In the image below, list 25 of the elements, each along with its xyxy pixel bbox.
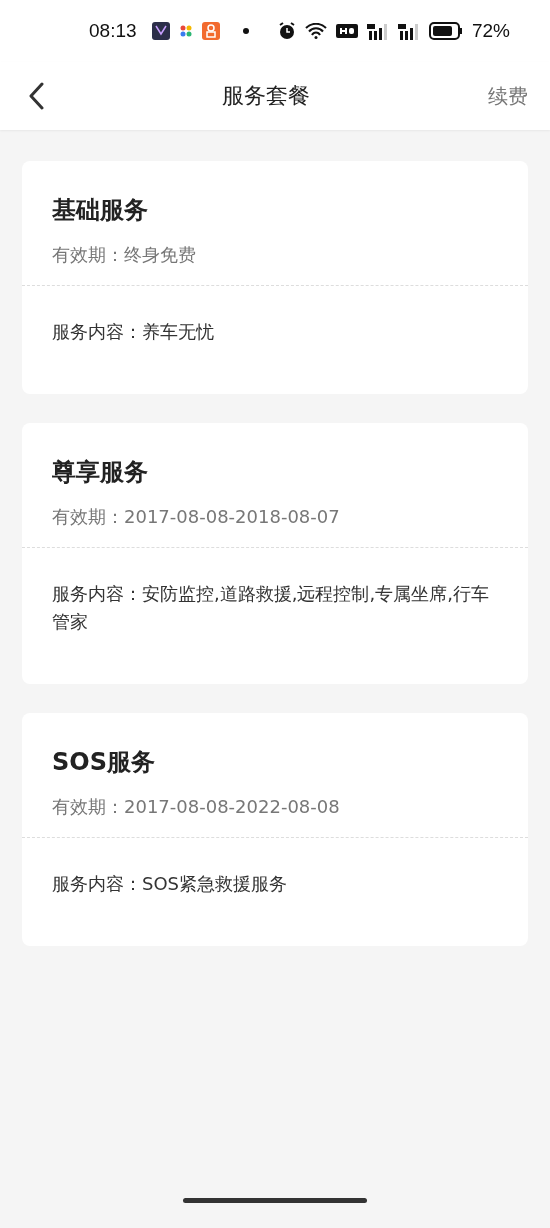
service-content: 服务内容：安防监控,道路救援,远程控制,专属坐席,行车管家	[51, 582, 490, 634]
package-name: SOS服务	[52, 747, 156, 778]
battery-percentage: 72%	[471, 20, 510, 42]
hd-icon	[335, 24, 358, 38]
package-name: 尊享服务	[52, 457, 149, 488]
service-content: 服务内容：养车无忧	[51, 320, 215, 344]
app-icon	[178, 24, 193, 38]
renew-button[interactable]: 续费	[488, 82, 528, 110]
wifi-icon	[304, 23, 327, 39]
service-content: 服务内容：SOS紧急救援服务	[51, 872, 289, 896]
app-icon	[151, 22, 170, 40]
battery-icon	[428, 22, 463, 40]
cellular-signal-icon	[366, 22, 389, 40]
validity-text: 有效期：终身免费	[52, 243, 197, 267]
back-button[interactable]	[28, 82, 44, 110]
notification-dot-icon	[242, 28, 249, 34]
validity-text: 有效期：2017-08-08-2022-08-08	[52, 795, 341, 819]
page-title: 服务套餐	[222, 82, 310, 110]
cellular-signal-icon	[397, 22, 420, 40]
validity-text: 有效期：2017-08-08-2018-08-07	[52, 505, 341, 529]
app-icon	[201, 22, 220, 40]
package-name: 基础服务	[52, 195, 149, 226]
alarm-icon	[277, 22, 296, 40]
back-icon	[28, 82, 44, 110]
status-time: 08:13	[89, 20, 137, 42]
